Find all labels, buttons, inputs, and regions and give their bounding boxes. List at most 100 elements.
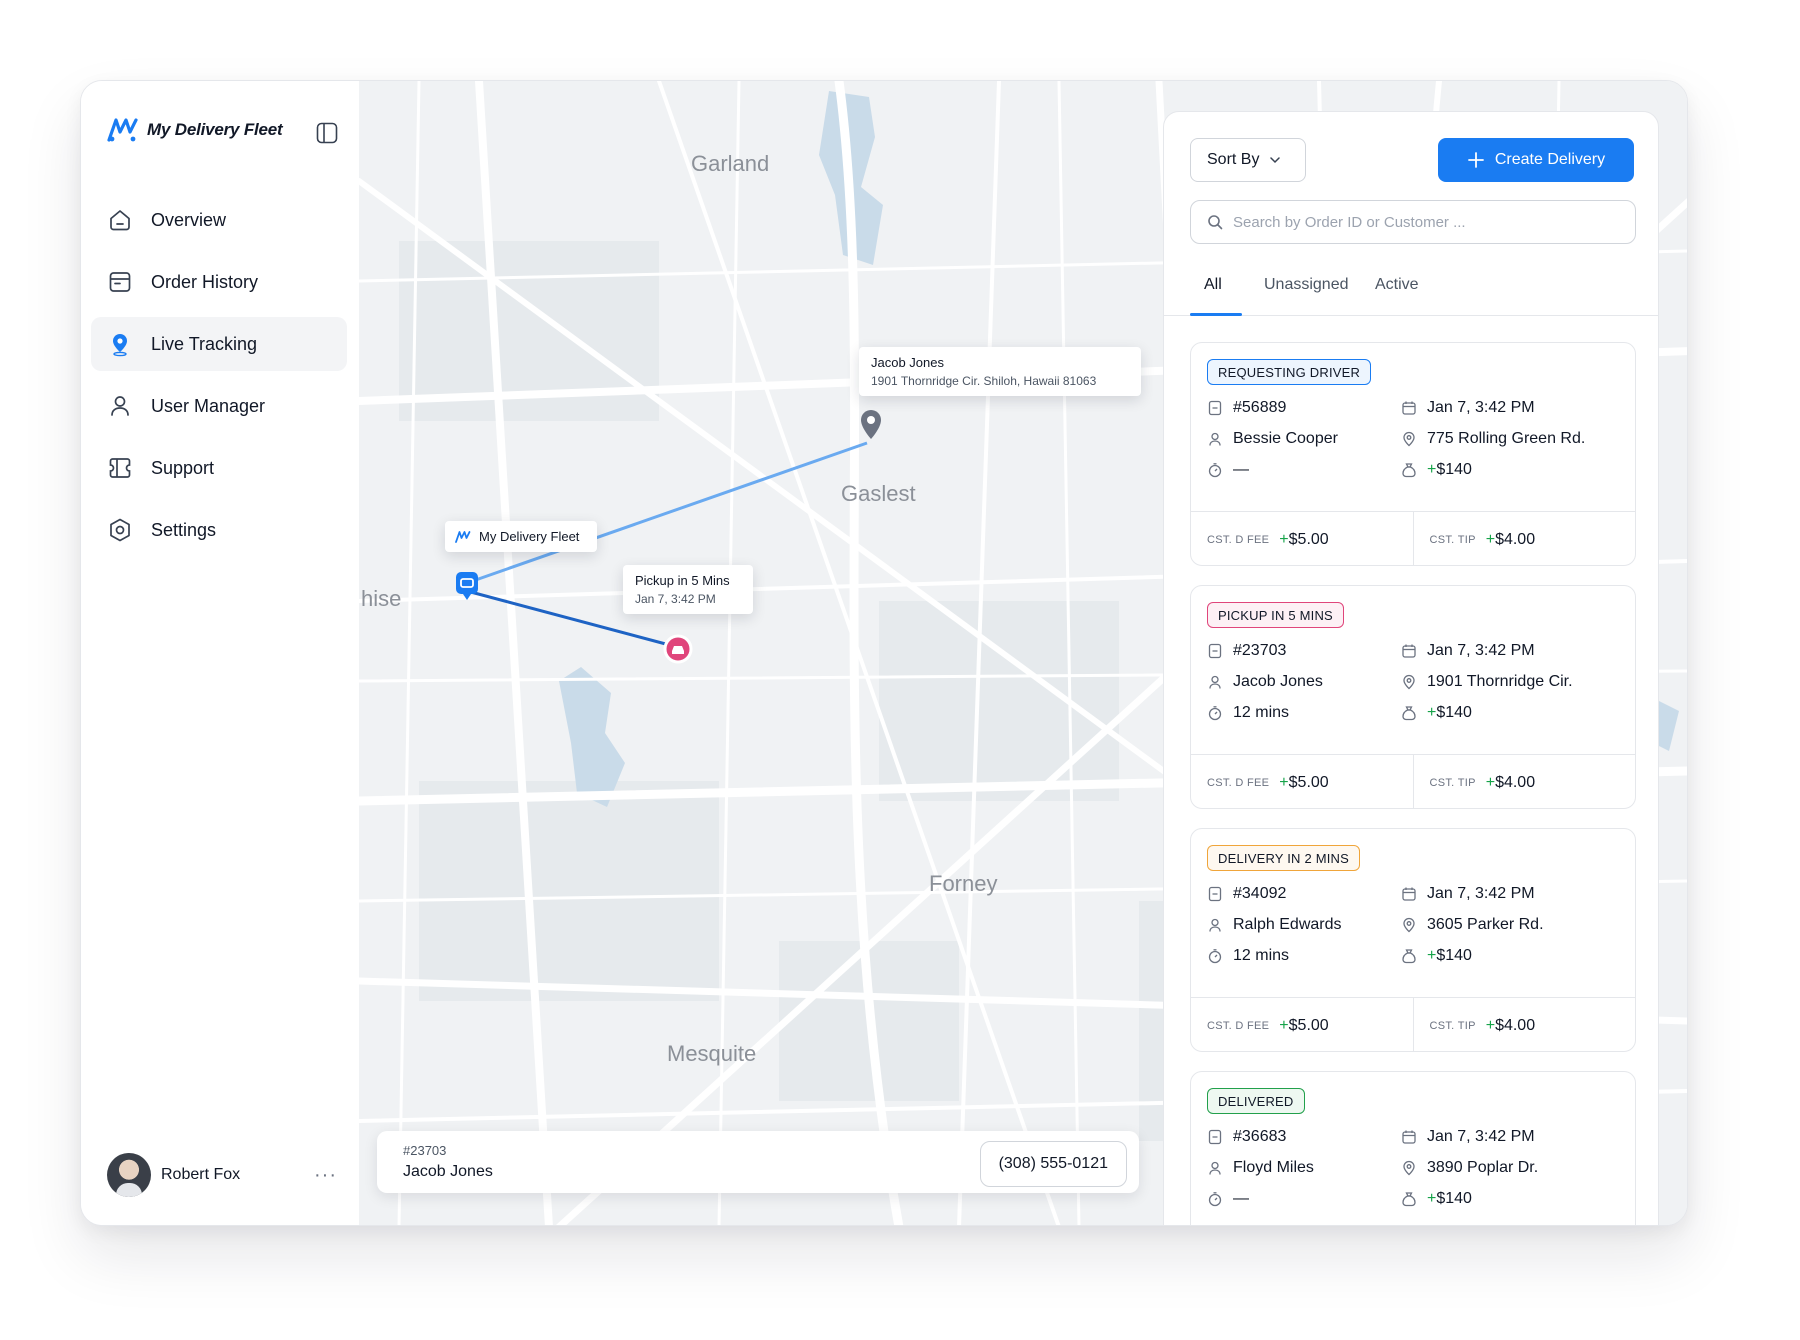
app-window: My Delivery Fleet Overview Order History… — [80, 80, 1688, 1226]
order-id-icon — [1208, 1129, 1222, 1145]
customer-icon — [1209, 432, 1221, 446]
pickup-callout[interactable]: Pickup in 5 Mins Jan 7, 3:42 PM — [623, 565, 753, 614]
order-card[interactable]: REQUESTING DRIVER #56889 Jan 7, 3:42 PM … — [1190, 342, 1636, 566]
call-customer-button[interactable]: (308) 555-0121 — [979, 1141, 1127, 1187]
delivery-fee-value: $5.00 — [1288, 530, 1329, 548]
calendar-icon — [1402, 401, 1416, 415]
tab-all[interactable]: All — [1204, 276, 1222, 294]
sidebar-item-order-history[interactable]: Order History — [91, 255, 347, 309]
delivery-address: 1901 Thornridge Cir. — [1427, 673, 1573, 690]
fleet-logo-icon — [107, 118, 138, 142]
sidebar-item-label: Order History — [151, 271, 259, 292]
sidebar-item-settings[interactable]: Settings — [91, 503, 347, 557]
settings-icon — [110, 518, 130, 542]
map-label-mesquite: Mesquite — [667, 1041, 757, 1066]
customer-name: Ralph Edwards — [1233, 916, 1342, 933]
eta: — — [1233, 461, 1249, 478]
profile-name: Robert Fox — [161, 1166, 241, 1183]
sidebar-item-label: Overview — [151, 209, 227, 230]
sidebar-nav: Overview Order History Live Tracking Use… — [91, 193, 347, 565]
callout-customer-address: 1901 Thornridge Cir. Shiloh, Hawaii 8106… — [871, 374, 1097, 388]
calendar-icon — [1402, 1130, 1416, 1144]
delivery-address: 3605 Parker Rd. — [1427, 916, 1544, 933]
tip-label: CST. TIP — [1429, 533, 1476, 546]
tab-active[interactable]: Active — [1375, 276, 1419, 294]
sort-by-dropdown[interactable]: Sort By — [1190, 138, 1306, 182]
money-bag-icon — [1402, 463, 1416, 478]
order-card[interactable]: DELIVERED #36683 Jan 7, 3:42 PM Floyd Mi… — [1190, 1071, 1636, 1225]
sidebar-item-support[interactable]: Support — [91, 441, 347, 495]
order-amount: +$140 — [1427, 1190, 1472, 1207]
order-id-icon — [1208, 886, 1222, 902]
fee-row: CST. D FEE +$5.00 CST. TIP +$4.00 — [1191, 997, 1635, 1051]
tip-value: $4.00 — [1495, 1016, 1536, 1034]
user-icon — [111, 396, 129, 416]
order-amount: +$140 — [1427, 704, 1472, 721]
plus-icon — [1467, 152, 1484, 168]
order-tabs: All Unassigned Active — [1164, 262, 1658, 316]
tab-unassigned[interactable]: Unassigned — [1264, 276, 1349, 294]
order-id: #36683 — [1233, 1128, 1287, 1145]
delivery-address: 3890 Poplar Dr. — [1427, 1159, 1539, 1176]
order-card[interactable]: PICKUP IN 5 MINS #23703 Jan 7, 3:42 PM J… — [1190, 585, 1636, 809]
order-card[interactable]: DELIVERY IN 2 MINS #34092 Jan 7, 3:42 PM… — [1190, 828, 1636, 1052]
order-date: Jan 7, 3:42 PM — [1427, 399, 1535, 416]
tip-label: CST. TIP — [1429, 776, 1476, 789]
search-input[interactable] — [1233, 213, 1613, 231]
eta: 12 mins — [1233, 947, 1290, 964]
order-id-icon — [1208, 400, 1222, 416]
tip-label: CST. TIP — [1429, 1019, 1476, 1032]
pickup-car-marker-icon[interactable] — [663, 634, 693, 664]
selected-order-card[interactable]: #23703 Jacob Jones (308) 555-0121 — [377, 1131, 1139, 1193]
order-search[interactable] — [1190, 200, 1636, 244]
address-pin-icon — [1403, 674, 1415, 690]
support-ticket-icon — [109, 458, 131, 478]
timer-icon — [1208, 949, 1222, 964]
fleet-logo-icon — [455, 530, 471, 543]
customer-name: Bessie Cooper — [1233, 430, 1338, 447]
delivery-fee: CST. D FEE +$5.00 — [1207, 773, 1329, 791]
callout-pickup-title: Pickup in 5 Mins — [635, 573, 730, 588]
brand-name: My Delivery Fleet — [147, 120, 283, 139]
calendar-icon — [1402, 887, 1416, 901]
chevron-down-icon — [1270, 157, 1281, 164]
calendar-icon — [1402, 644, 1416, 658]
home-icon — [110, 210, 130, 231]
money-bag-icon — [1402, 706, 1416, 721]
map-label-forney: Forney — [929, 871, 998, 896]
sidebar-toggle-icon[interactable] — [315, 121, 339, 145]
customer-name: Floyd Miles — [1233, 1159, 1314, 1176]
delivery-fee: CST. D FEE +$5.00 — [1207, 1016, 1329, 1034]
delivery-fee-label: CST. D FEE — [1207, 1019, 1270, 1032]
timer-icon — [1208, 463, 1222, 478]
vehicle-marker-icon[interactable] — [455, 571, 479, 601]
order-history-icon — [109, 272, 131, 292]
map-label-garland: Garland — [691, 151, 770, 176]
user-profile[interactable]: Robert Fox ··· — [107, 1153, 337, 1197]
fleet-callout[interactable]: My Delivery Fleet — [445, 521, 597, 552]
customer-icon — [1209, 1161, 1221, 1175]
sidebar-item-user-manager[interactable]: User Manager — [91, 379, 347, 433]
order-date: Jan 7, 3:42 PM — [1427, 642, 1535, 659]
order-id: #23703 — [1233, 642, 1287, 659]
brand[interactable]: My Delivery Fleet — [107, 117, 283, 143]
delivery-fee: CST. D FEE +$5.00 — [1207, 530, 1329, 548]
delivery-address: 775 Rolling Green Rd. — [1427, 430, 1586, 447]
delivery-fee-label: CST. D FEE — [1207, 776, 1270, 789]
create-delivery-button[interactable]: Create Delivery — [1438, 138, 1634, 182]
order-date: Jan 7, 3:42 PM — [1427, 885, 1535, 902]
destination-pin-icon[interactable] — [859, 409, 883, 441]
location-pin-icon — [113, 334, 127, 357]
avatar — [107, 1153, 151, 1197]
sidebar-item-overview[interactable]: Overview — [91, 193, 347, 247]
order-amount: +$140 — [1427, 947, 1472, 964]
more-options-icon[interactable]: ··· — [314, 1164, 337, 1187]
sidebar-item-label: Settings — [151, 519, 217, 540]
tip-value: $4.00 — [1495, 530, 1536, 548]
customer-callout[interactable]: Jacob Jones 1901 Thornridge Cir. Shiloh,… — [859, 347, 1141, 396]
status-badge: REQUESTING DRIVER — [1207, 359, 1372, 385]
selected-order-customer: Jacob Jones — [403, 1163, 493, 1180]
map-label-gaslest: Gaslest — [841, 481, 916, 506]
sidebar-item-live-tracking[interactable]: Live Tracking — [91, 317, 347, 371]
callout-fleet-label: My Delivery Fleet — [479, 529, 580, 544]
